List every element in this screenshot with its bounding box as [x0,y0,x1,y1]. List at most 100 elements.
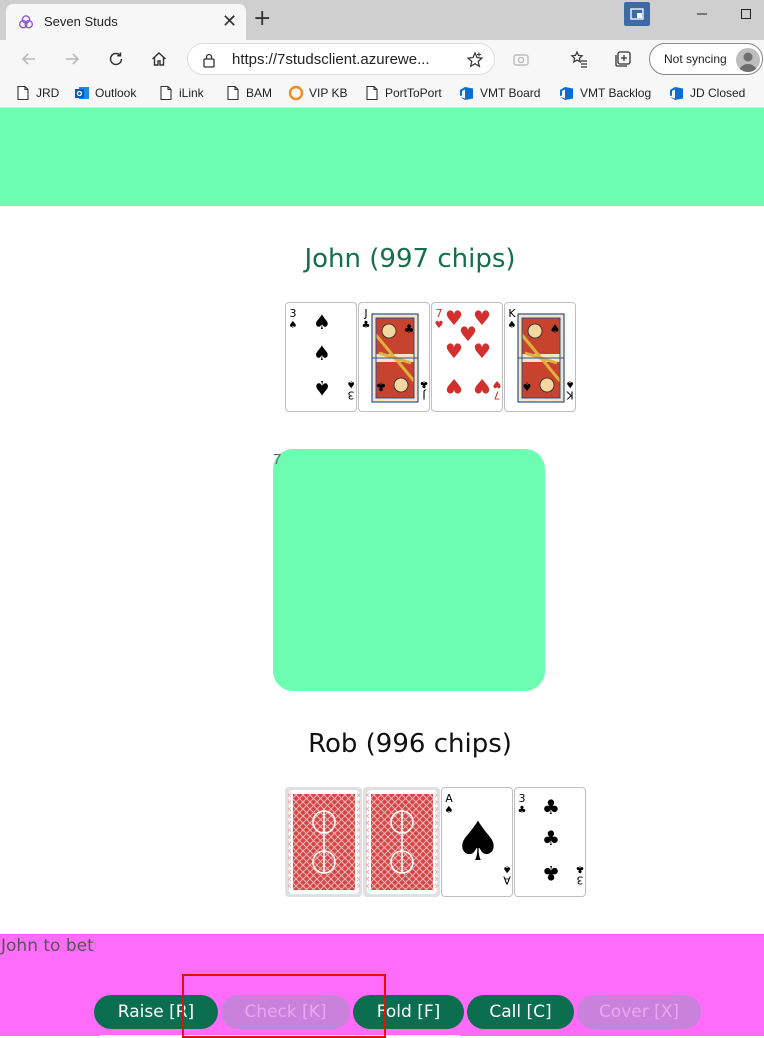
card-suit-icon: ♠ [289,320,298,331]
playing-card: A ♠ A ♠ ♠ [441,787,513,897]
maximize-icon[interactable] [732,0,760,28]
lock-icon [203,53,215,68]
page-icon [160,85,172,101]
address-bar[interactable]: https://7studsclient.azurewe... [187,43,495,75]
card-face: J♣J♣♣♣ [362,307,428,403]
outlook-icon: O [75,87,89,99]
browser-tab-bar: Seven Studs ✕ + [0,0,764,40]
call-button[interactable]: Call [C] [467,995,574,1029]
browser-tab[interactable]: Seven Studs ✕ [6,4,246,40]
playing-card: K ♠ K ♠ ♠ ♠ [504,302,576,412]
app-favicon-icon [19,15,33,29]
card-back [363,787,440,897]
favorite-star-icon[interactable] [466,51,484,69]
page-icon [366,85,378,101]
new-tab-button[interactable]: + [253,6,271,31]
favorite-label: VIP KB [309,86,348,100]
tab-title: Seven Studs [44,14,118,29]
card-pip-icon: ♠ [454,810,502,873]
card-suit-icon: ♥ [435,320,444,331]
favorites-bar: JRD O Outlook iLink BAM VIP KB PortToPor… [0,78,764,108]
minimize-icon[interactable] [688,0,716,28]
tab-close-icon[interactable]: ✕ [222,11,237,32]
playing-card: J ♣ J ♣ ♣ ♣ [358,302,430,412]
card-suit-icon: ♠ [508,320,517,331]
card-rank: 3 [290,307,297,320]
favorite-label: JRD [36,86,60,100]
favorite-label: PortToPort [385,86,442,100]
card-suit-icon: ♠ [445,805,454,816]
player-john-cards: 3 ♠ 3 ♠ ♠ ♠ ♠ J ♣ J ♣ ♣ ♣ 7 ♥ 7 ♥ ♥ ♥ ♥ ♥ ♥ ♥ ♥ K ♠ K ♠ ♠ ♠ [285,302,576,412]
pot-area [273,449,545,691]
card-pip-icon: ♠ [550,322,561,336]
devops-icon [560,87,573,100]
back-arrow-icon[interactable] [16,46,42,72]
collections-icon[interactable] [610,46,636,72]
court-head [381,323,397,339]
forward-arrow-icon[interactable] [59,46,85,72]
card-rank: 3 [348,388,355,401]
card-pip-icon: ♣ [542,861,560,885]
home-icon[interactable] [146,46,172,72]
card-face: 3♣3♣♣♣♣ [518,792,585,886]
favorite-label: iLink [179,86,204,100]
card-suit-icon: ♥ [492,378,501,389]
favorite-ilink[interactable]: iLink [158,84,204,102]
raise-button[interactable]: Raise [R] [94,995,218,1029]
card-rank: A [445,792,453,805]
card-rank: J [363,307,367,320]
check-button[interactable]: Check [K] [221,995,350,1029]
page-icon [17,85,29,101]
card-suit-icon: ♠ [347,378,356,389]
card-rank: A [503,873,511,886]
screenshot-icon[interactable] [508,46,534,72]
card-pip-icon: ♠ [313,341,331,365]
card-face: A♠A♠♠ [445,792,512,886]
card-pip-icon: ♠ [313,376,331,400]
browser-toolbar: https://7studsclient.azurewe... Not sync… [0,40,764,78]
favorite-bam[interactable]: BAM [225,84,272,102]
card-face: 7♥7♥♥ ♥♥♥ ♥♥ ♥ [435,306,502,401]
devops-icon [460,87,473,100]
url-text: https://7studsclient.azurewe... [232,51,430,68]
card-rank: 7 [494,388,501,401]
card-pip-icon: ♣ [376,380,387,394]
favorite-outlook[interactable]: O Outlook [74,84,136,102]
fold-button[interactable]: Fold [F] [353,995,464,1029]
court-head [527,323,543,339]
playing-card: 3 ♠ 3 ♠ ♠ ♠ ♠ [285,302,357,412]
playing-card: 7 ♥ 7 ♥ ♥ ♥ ♥ ♥ ♥ ♥ ♥ [431,302,503,412]
card-rank: K [508,307,516,320]
sync-status-label: Not syncing [664,52,727,66]
card-rank: K [566,388,574,401]
card-pip-icon: ♥ [473,339,491,363]
not-syncing-button[interactable]: Not syncing [649,43,763,75]
svg-text:O: O [77,90,83,98]
card-pip-icon: ♥ [473,374,491,398]
favorite-vip-kb[interactable]: VIP KB [288,84,347,102]
card-suit-icon: ♣ [518,805,527,816]
favorite-label: Outlook [95,86,137,100]
ring-icon [288,85,304,101]
action-buttons: Raise [R] Check [K] Fold [F] Call [C] Co… [94,995,701,1029]
favorites-icon[interactable] [566,46,592,72]
card-suit-icon: ♣ [362,320,371,331]
favorite-label: VMT Board [480,86,541,100]
card-face: K♠K♠♠♠ [508,307,574,403]
card-rank: 3 [519,792,526,805]
favorite-vmt-backlog[interactable]: VMT Backlog [559,84,651,102]
cover-button[interactable]: Cover [X] [577,995,701,1029]
favorite-vmt-board[interactable]: VMT Board [459,84,540,102]
player-rob-name: Rob (996 chips) [308,729,512,759]
favorite-jd-closed[interactable]: JD Closed [669,84,745,102]
favorite-jrd[interactable]: JRD [15,84,59,102]
playing-card: 3 ♣ 3 ♣ ♣ ♣ ♣ [514,787,586,897]
favorite-porttoport[interactable]: PortToPort [364,84,442,102]
card-pip-icon: ♥ [445,374,463,398]
card-pip-icon: ♣ [404,322,415,336]
card-pip-icon: ♥ [445,339,463,363]
window-app-icon[interactable] [624,2,650,26]
refresh-icon[interactable] [103,46,129,72]
favorite-label: VMT Backlog [580,86,652,100]
player-rob-cards: A ♠ A ♠ ♠ 3 ♣ 3 ♣ ♣ ♣ ♣ [285,787,586,897]
